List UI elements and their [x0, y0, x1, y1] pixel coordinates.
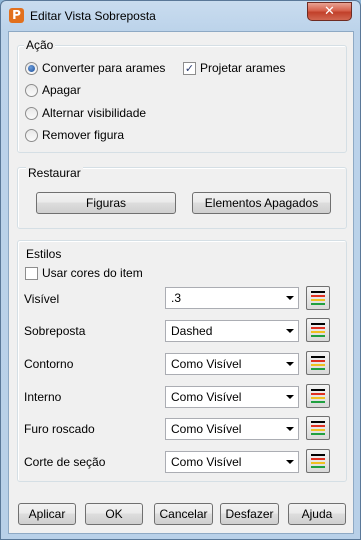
radio-alternar-icon[interactable]: [25, 106, 38, 120]
contorno-label: Contorno: [24, 357, 74, 371]
furo-roscado-combo[interactable]: Como Visível: [165, 418, 299, 440]
interno-label: Interno: [24, 390, 62, 404]
furo-roscado-label: Furo roscado: [24, 422, 95, 436]
aplicar-button[interactable]: Aplicar: [18, 503, 76, 525]
chevron-down-icon[interactable]: [286, 296, 294, 300]
visivel-value: .3: [171, 291, 182, 305]
contorno-style-button[interactable]: [306, 351, 330, 375]
estilos-group: Estilos Usar cores do item Visível .3 So…: [17, 240, 347, 482]
figuras-button[interactable]: Figuras: [36, 192, 176, 214]
furo-roscado-style-button[interactable]: [306, 416, 330, 440]
line-style-icon: [311, 421, 325, 435]
visivel-style-button[interactable]: [306, 286, 330, 310]
chevron-down-icon[interactable]: [286, 362, 294, 366]
corte-secao-style-button[interactable]: [306, 449, 330, 473]
radio-converter[interactable]: Converter para arames: [25, 60, 165, 76]
window-title: Editar Vista Sobreposta: [30, 9, 156, 23]
radio-remover[interactable]: Remover figura: [25, 127, 124, 143]
ok-button[interactable]: OK: [85, 503, 143, 525]
interno-style-button[interactable]: [306, 384, 330, 408]
restaurar-group: Restaurar Figuras Elementos Apagados: [17, 166, 347, 229]
radio-apagar[interactable]: Apagar: [25, 82, 81, 98]
line-style-icon: [311, 291, 325, 305]
check-mark-icon[interactable]: ✓: [183, 61, 196, 75]
radio-alternar-label: Alternar visibilidade: [42, 106, 147, 120]
radio-remover-label: Remover figura: [42, 128, 125, 142]
furo-roscado-value: Como Visível: [171, 422, 242, 436]
radio-apagar-label: Apagar: [42, 83, 81, 97]
line-style-icon: [311, 389, 325, 403]
line-style-icon: [311, 323, 325, 337]
radio-converter-label: Converter para arames: [42, 61, 166, 75]
desfazer-button[interactable]: Desfazer: [220, 503, 279, 525]
chevron-down-icon[interactable]: [286, 460, 294, 464]
ajuda-button[interactable]: Ajuda: [288, 503, 346, 525]
corte-secao-combo[interactable]: Como Visível: [165, 451, 299, 473]
radio-alternar[interactable]: Alternar visibilidade: [25, 105, 146, 121]
corte-secao-value: Como Visível: [171, 455, 242, 469]
acao-group: Ação Converter para arames Apagar Altern…: [17, 38, 347, 153]
dialog-body: Ação Converter para arames Apagar Altern…: [8, 31, 354, 534]
dialog-window: P Editar Vista Sobreposta ✕ Ação Convert…: [0, 0, 361, 540]
title-bar[interactable]: P Editar Vista Sobreposta ✕: [1, 1, 360, 31]
usar-cores-checkbox[interactable]: Usar cores do item: [25, 265, 143, 281]
radio-apagar-icon[interactable]: [25, 83, 38, 97]
contorno-combo[interactable]: Como Visível: [165, 353, 299, 375]
elementos-apagados-button[interactable]: Elementos Apagados: [192, 192, 331, 214]
radio-remover-icon[interactable]: [25, 128, 38, 142]
sobreposta-style-button[interactable]: [306, 318, 330, 342]
interno-value: Como Visível: [171, 390, 242, 404]
restaurar-group-label: Restaurar: [26, 166, 83, 180]
contorno-value: Como Visível: [171, 357, 242, 371]
usar-cores-box[interactable]: [25, 266, 38, 280]
line-style-icon: [311, 356, 325, 370]
projetar-arames-label: Projetar arames: [200, 61, 286, 75]
corte-secao-label: Corte de seção: [24, 455, 106, 469]
chevron-down-icon[interactable]: [286, 329, 294, 333]
interno-combo[interactable]: Como Visível: [165, 386, 299, 408]
sobreposta-value: Dashed: [171, 324, 213, 338]
estilos-group-label: Estilos: [24, 247, 64, 261]
acao-group-label: Ação: [24, 38, 56, 52]
cancelar-button[interactable]: Cancelar: [154, 503, 213, 525]
radio-converter-icon[interactable]: [25, 61, 38, 75]
visivel-label: Visível: [24, 292, 60, 306]
line-style-icon: [311, 454, 325, 468]
close-button[interactable]: ✕: [307, 2, 352, 21]
usar-cores-label: Usar cores do item: [42, 266, 143, 280]
chevron-down-icon[interactable]: [286, 427, 294, 431]
projetar-arames-checkbox[interactable]: ✓ Projetar arames: [183, 60, 285, 76]
visivel-combo[interactable]: .3: [165, 287, 299, 309]
sobreposta-combo[interactable]: Dashed: [165, 320, 299, 342]
app-icon: P: [9, 8, 24, 23]
chevron-down-icon[interactable]: [286, 395, 294, 399]
sobreposta-label: Sobreposta: [24, 324, 86, 338]
